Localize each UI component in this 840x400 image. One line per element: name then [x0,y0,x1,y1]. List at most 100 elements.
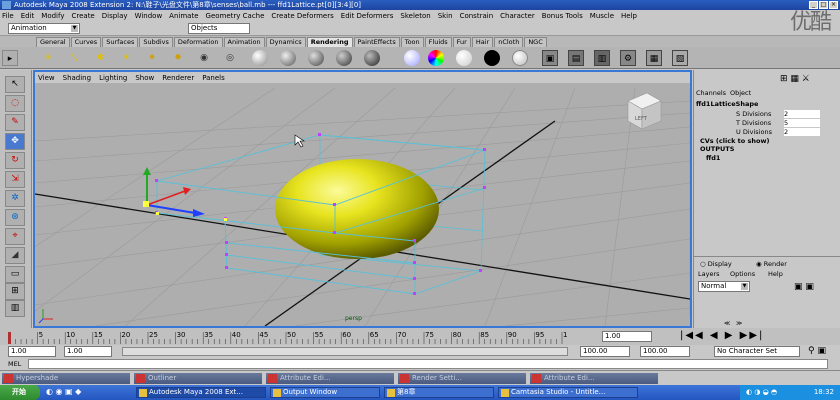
cvs-toggle[interactable]: CVs (click to show) [700,137,769,145]
menu-edit[interactable]: Edit [21,12,35,20]
move-manipulator[interactable] [143,167,205,217]
anim-start-field[interactable]: 1.00 [8,346,56,357]
shelf-menu-icon[interactable]: ▸ [2,50,18,66]
task-folder[interactable]: 第8章 [384,387,494,398]
universal-manip-icon[interactable]: ✲ [5,190,25,207]
panel-menu-show[interactable]: Show [135,74,154,82]
minimized-attribute-editor-2[interactable]: Attribute Edi... [530,373,658,384]
camera-icon[interactable]: ◉ [196,50,212,66]
phong-sphere-icon[interactable] [308,50,324,66]
tab-curves[interactable]: Curves [70,37,102,47]
tab-ncloth[interactable]: nCloth [494,37,524,47]
soft-mod-icon[interactable]: ⊛ [5,209,25,226]
area-light-icon[interactable]: ✶ [118,50,134,66]
layer-scroll-arrows[interactable]: ≪ ≫ [724,320,742,327]
minimized-hypershade[interactable]: Hypershade [2,373,130,384]
menu-create[interactable]: Create [71,12,94,20]
tab-animation[interactable]: Animation [223,37,265,47]
character-set-dropdown[interactable]: No Character Set [714,346,800,357]
minimized-attribute-editor[interactable]: Attribute Edi... [266,373,394,384]
menu-muscle[interactable]: Muscle [590,12,614,20]
channelbox-toolbar-icons[interactable]: ⊞ ▦ ⚔ [780,74,810,84]
outliner-layout-icon[interactable]: ▥ [5,300,25,317]
tab-subdivs[interactable]: Subdivs [139,37,173,47]
tab-ngc[interactable]: NGC [524,37,547,47]
tab-general[interactable]: General [36,37,70,47]
channelbox-tab-channels[interactable]: Channels [696,89,726,97]
menu-window[interactable]: Window [135,12,163,20]
ipr-icon[interactable]: ▤ [568,50,584,66]
panel-menu-shading[interactable]: Shading [63,74,91,82]
volume-light-icon[interactable]: ✸ [170,50,186,66]
anisotropic-sphere-icon[interactable] [364,50,380,66]
move-tool-icon[interactable]: ✥ [5,133,25,150]
tab-fur[interactable]: Fur [452,37,471,47]
panel-menu-lighting[interactable]: Lighting [99,74,127,82]
perspective-viewport[interactable]: LEFT persp [35,83,690,326]
surface-shader-sphere-icon[interactable] [456,50,472,66]
attr-t-divisions-value[interactable]: 5 [784,119,820,127]
start-button[interactable]: 开始 [0,385,40,400]
render-view-icon[interactable]: ▣ [542,50,558,66]
tab-toon[interactable]: Toon [400,37,424,47]
tab-painteffects[interactable]: PaintEffects [353,37,400,47]
menu-geometry-cache[interactable]: Geometry Cache [206,12,265,20]
single-layout-icon[interactable]: ▭ [5,266,25,283]
anim-end-field[interactable]: 100.00 [640,346,690,357]
task-output-window[interactable]: Output Window [270,387,380,398]
hypershade-icon[interactable]: ▦ [646,50,662,66]
layered-sphere-icon[interactable] [404,50,420,66]
playback-controls[interactable]: |◀◀ ◀ ▶ ▶▶| [680,330,764,341]
layer-menu-options[interactable]: Options [730,270,755,278]
selection-mode-field[interactable]: Objects [188,23,250,34]
show-manipulator-icon[interactable]: ⌖ [5,228,25,245]
layer-blend-mode[interactable]: Normal ▼ [698,281,750,292]
tab-deformation[interactable]: Deformation [173,37,223,47]
menu-display[interactable]: Display [102,12,128,20]
tab-dynamics[interactable]: Dynamics [265,37,306,47]
directional-light-icon[interactable]: ⤡ [66,50,82,66]
tab-surfaces[interactable]: Surfaces [102,37,139,47]
camera-aim-icon[interactable]: ◎ [222,50,238,66]
attr-u-divisions-value[interactable]: 2 [784,128,820,136]
phonge-sphere-icon[interactable] [336,50,352,66]
menu-modify[interactable]: Modify [41,12,64,20]
panel-menu-view[interactable]: View [38,74,55,82]
close-button[interactable]: × [829,1,838,9]
channelbox-tab-object[interactable]: Object [730,89,751,97]
ambient-light-icon[interactable]: ✷ [144,50,160,66]
menu-bonus-tools[interactable]: Bonus Tools [542,12,583,20]
view-cube[interactable]: LEFT [627,92,662,130]
point-light-icon[interactable]: ✳ [40,50,56,66]
shading-map-sphere-icon[interactable] [512,50,528,66]
time-ruler[interactable]: 5 10 15 20 25 30 35 40 45 50 55 60 65 70 75 80 85 90 95 1 [0,328,700,345]
task-camtasia[interactable]: Camtasia Studio - Untitle... [498,387,638,398]
tab-fluids[interactable]: Fluids [424,37,452,47]
menu-animate[interactable]: Animate [169,12,198,20]
panel-menu-panels[interactable]: Panels [202,74,225,82]
lasso-tool-icon[interactable]: ◌ [5,95,25,112]
lambert-sphere-icon[interactable] [252,50,268,66]
time-slider[interactable]: 5 10 15 20 25 30 35 40 45 50 55 60 65 70 75 80 85 90 95 1 1… [0,328,840,345]
menu-edit-deformers[interactable]: Edit Deformers [341,12,394,20]
tab-rendering[interactable]: Rendering [306,37,353,47]
minimized-outliner[interactable]: Outliner [134,373,262,384]
scale-tool-icon[interactable]: ⇲ [5,171,25,188]
four-layout-icon[interactable]: ⊞ [5,283,25,300]
paint-select-icon[interactable]: ✎ [5,114,25,131]
node-name[interactable]: ffd1LatticeShape [696,100,758,108]
tray-icons[interactable]: ◐ ◑ ◒ ◓ [746,385,777,400]
spot-light-icon[interactable]: ✱ [92,50,108,66]
auto-key-icon[interactable]: ⚲ ▣ [808,346,826,356]
ramp-sphere-icon[interactable] [428,50,444,66]
blinn-sphere-icon[interactable] [280,50,296,66]
layer-menu-layers[interactable]: Layers [698,270,720,278]
layer-menu-help[interactable]: Help [768,270,783,278]
command-input[interactable] [28,359,828,369]
current-frame-marker[interactable] [8,332,11,344]
attr-s-divisions-value[interactable]: 2 [784,110,820,118]
menu-skin[interactable]: Skin [438,12,453,20]
panel-menu-renderer[interactable]: Renderer [162,74,194,82]
menu-create-deformers[interactable]: Create Deformers [271,12,333,20]
scene-canvas[interactable]: LEFT persp [35,83,690,326]
